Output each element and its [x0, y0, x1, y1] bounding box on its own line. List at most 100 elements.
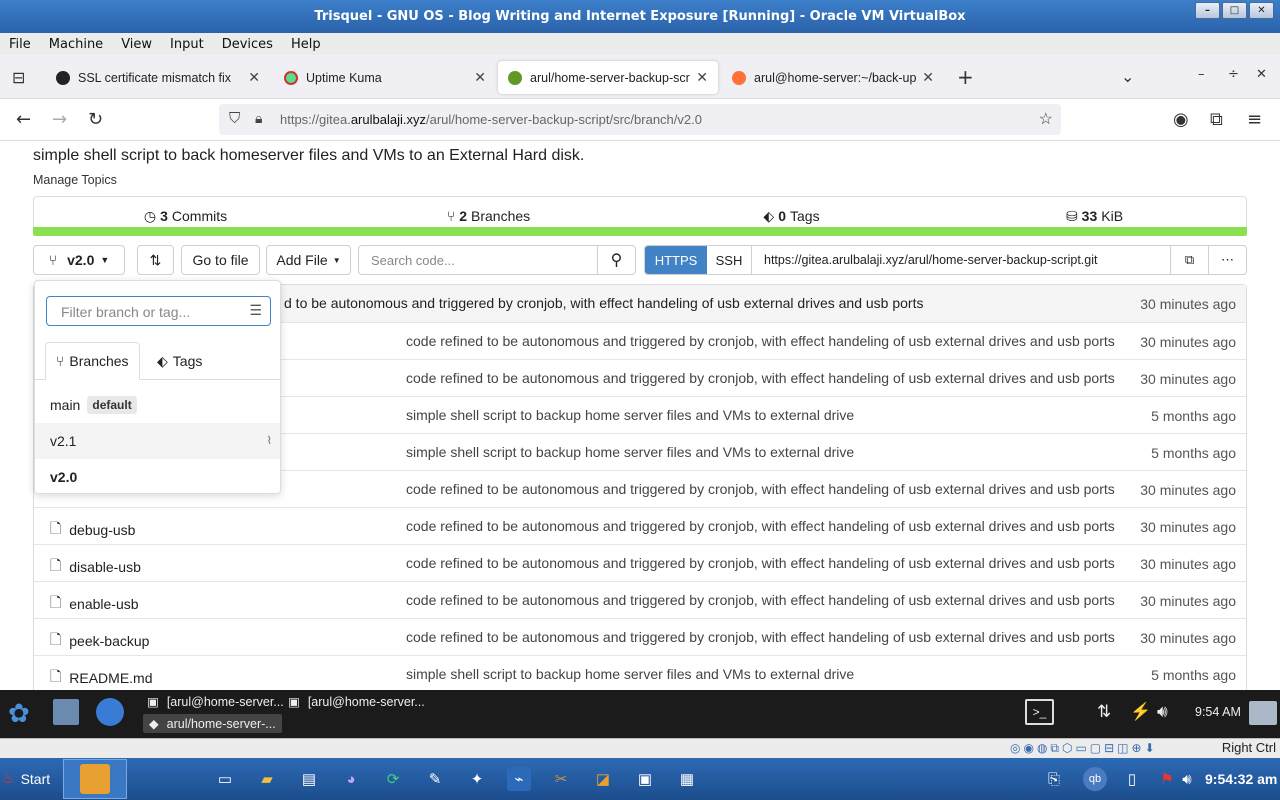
- menu-help[interactable]: Help: [282, 37, 330, 52]
- tab-uptime-kuma[interactable]: Uptime Kuma ✕: [274, 61, 496, 94]
- menu-icon[interactable]: ≡: [1247, 109, 1262, 130]
- vbox-device-icons[interactable]: ◎◉◍⧉⬡▭▢⊟◫⊕⬇: [1010, 741, 1158, 756]
- start-button[interactable]: ♨ Start: [2, 770, 50, 787]
- volume-icon[interactable]: 🔊︎: [1157, 702, 1168, 722]
- menu-view[interactable]: View: [112, 37, 161, 52]
- branch-item-v2-1[interactable]: v2.1 ⌇: [35, 423, 280, 459]
- guest-clock[interactable]: 9:54 AM: [1195, 705, 1241, 719]
- trisquel-menu-icon[interactable]: ✿: [8, 698, 30, 729]
- file-name[interactable]: disable-usb: [69, 559, 141, 575]
- close-tab-icon[interactable]: ✕: [922, 69, 934, 86]
- inkscape-icon[interactable]: ✎: [423, 767, 447, 791]
- terminal-launcher-icon[interactable]: >_: [1025, 699, 1054, 725]
- task-terminal-2[interactable]: ▣ [arul@home-server...: [288, 694, 425, 710]
- commit-message[interactable]: code refined to be autonomous and trigge…: [406, 592, 1115, 608]
- tab-terminal[interactable]: arul@home-server:~/back-up-sc ✕: [722, 61, 944, 94]
- tab-tags[interactable]: ⬖ Tags: [147, 342, 212, 380]
- sync-icon[interactable]: ⟳: [381, 767, 405, 791]
- file-name[interactable]: README.md: [69, 670, 152, 686]
- maximize-icon[interactable]: □: [1222, 2, 1247, 19]
- back-icon[interactable]: ←: [16, 109, 31, 130]
- commit-message[interactable]: code refined to be autonomous and trigge…: [406, 481, 1115, 497]
- volume-icon[interactable]: 🔊︎: [1175, 767, 1199, 791]
- filter-icon[interactable]: ☰: [249, 302, 262, 319]
- terminal-icon[interactable]: ▣: [633, 767, 657, 791]
- manage-topics-link[interactable]: Manage Topics: [33, 173, 117, 187]
- close-icon[interactable]: ✕: [1249, 2, 1274, 19]
- close-tab-icon[interactable]: ✕: [474, 69, 486, 86]
- bookmark-star-icon[interactable]: ☆: [1039, 109, 1053, 129]
- branch-selector-button[interactable]: ⑂ v2.0 ▼: [33, 245, 125, 275]
- new-tab-icon[interactable]: +: [957, 65, 974, 89]
- window-minimize-icon[interactable]: –: [1198, 67, 1205, 82]
- file-name[interactable]: debug-usb: [69, 522, 135, 538]
- commit-message[interactable]: code refined to be autonomous and trigge…: [406, 333, 1115, 349]
- network-icon[interactable]: ⇅: [1097, 702, 1111, 722]
- archive-icon[interactable]: ▦: [675, 767, 699, 791]
- extensions-icon[interactable]: ⧉: [1210, 109, 1223, 130]
- close-tab-icon[interactable]: ✕: [696, 69, 708, 86]
- tab-branches[interactable]: ⑂ Branches: [45, 342, 140, 380]
- add-file-button[interactable]: Add File ▼: [266, 245, 351, 275]
- folder-icon[interactable]: ▰: [255, 767, 279, 791]
- file-name[interactable]: enable-usb: [69, 596, 138, 612]
- commit-message[interactable]: code refined to be autonomous and trigge…: [406, 518, 1115, 534]
- search-button[interactable]: ⚲: [597, 246, 635, 274]
- show-desktop-icon[interactable]: ▭: [213, 767, 237, 791]
- file-manager-icon[interactable]: ▤: [297, 767, 321, 791]
- tab-ssl[interactable]: SSL certificate mismatch fix ✕: [46, 61, 270, 94]
- branch-filter-input[interactable]: Filter branch or tag... ☰: [46, 296, 271, 326]
- task-browser[interactable]: ◆ arul/home-server-...: [143, 714, 282, 733]
- show-desktop-icon[interactable]: [1249, 701, 1277, 725]
- menu-file[interactable]: File: [0, 37, 40, 52]
- tab-overview-icon[interactable]: ⊟: [12, 68, 25, 87]
- task-terminal-1[interactable]: ▣ [arul@home-server...: [147, 694, 284, 710]
- branch-item-main[interactable]: main default: [35, 387, 280, 423]
- file-manager-icon[interactable]: [53, 699, 79, 725]
- https-button[interactable]: HTTPS: [645, 246, 707, 274]
- shield-icon[interactable]: ⛉: [229, 110, 240, 127]
- qbittorrent-icon[interactable]: qb: [1083, 767, 1107, 791]
- lock-icon[interactable]: 🔒︎: [255, 110, 262, 127]
- minimize-icon[interactable]: –: [1195, 2, 1220, 19]
- menu-input[interactable]: Input: [161, 37, 213, 52]
- account-icon[interactable]: ◉: [1173, 109, 1189, 130]
- tool-icon[interactable]: ✂: [549, 767, 573, 791]
- clone-url-input[interactable]: https://gitea.arulbalaji.xyz/arul/home-s…: [752, 253, 1170, 267]
- monitor-icon[interactable]: ⌁: [507, 767, 531, 791]
- cat-icon[interactable]: ◕: [339, 767, 363, 791]
- reload-icon[interactable]: ↻: [88, 109, 103, 130]
- compare-button[interactable]: ⇅: [137, 245, 174, 275]
- rss-icon[interactable]: ⌇: [267, 434, 272, 447]
- gimp-icon[interactable]: ✦: [465, 767, 489, 791]
- host-clock[interactable]: 9:54:32 am: [1205, 771, 1277, 787]
- close-tab-icon[interactable]: ✕: [248, 69, 260, 86]
- file-name[interactable]: peek-backup: [69, 633, 149, 649]
- commit-message[interactable]: simple shell script to backup home serve…: [406, 666, 854, 682]
- window-close-icon[interactable]: ✕: [1256, 67, 1267, 82]
- latest-commit-message[interactable]: d to be autonomous and triggered by cron…: [284, 295, 923, 311]
- branch-item-v2-0[interactable]: v2.0: [35, 459, 280, 495]
- clipboard-icon[interactable]: ⎘: [1042, 767, 1066, 791]
- browser-launcher-icon[interactable]: [96, 698, 124, 726]
- tab-gitea[interactable]: arul/home-server-backup-script ✕: [498, 61, 718, 94]
- commit-message[interactable]: code refined to be autonomous and trigge…: [406, 555, 1115, 571]
- go-to-file-button[interactable]: Go to file: [181, 245, 260, 275]
- menu-devices[interactable]: Devices: [213, 37, 282, 52]
- commit-message[interactable]: code refined to be autonomous and trigge…: [406, 629, 1115, 645]
- copy-button[interactable]: ⧉: [1170, 246, 1208, 274]
- commit-message[interactable]: simple shell script to backup home serve…: [406, 407, 854, 423]
- commit-message[interactable]: code refined to be autonomous and trigge…: [406, 370, 1115, 386]
- window-restore-icon[interactable]: ÷: [1228, 67, 1239, 82]
- more-button[interactable]: ⋯: [1208, 246, 1246, 274]
- url-bar[interactable]: ⛉ 🔒︎ https://gitea. arulbalaji.xyz/arul/h…: [219, 104, 1061, 135]
- commit-message[interactable]: simple shell script to backup home serve…: [406, 444, 854, 460]
- forward-icon[interactable]: →: [52, 109, 67, 130]
- search-input[interactable]: Search code...: [371, 253, 455, 268]
- list-tabs-icon[interactable]: ⌄: [1121, 67, 1134, 86]
- menu-machine[interactable]: Machine: [40, 37, 112, 52]
- power-icon[interactable]: ⚡: [1130, 702, 1151, 722]
- virtualbox-launcher-icon[interactable]: ◪: [591, 767, 615, 791]
- battery-icon[interactable]: ▯: [1120, 767, 1144, 791]
- ssh-button[interactable]: SSH: [707, 246, 752, 274]
